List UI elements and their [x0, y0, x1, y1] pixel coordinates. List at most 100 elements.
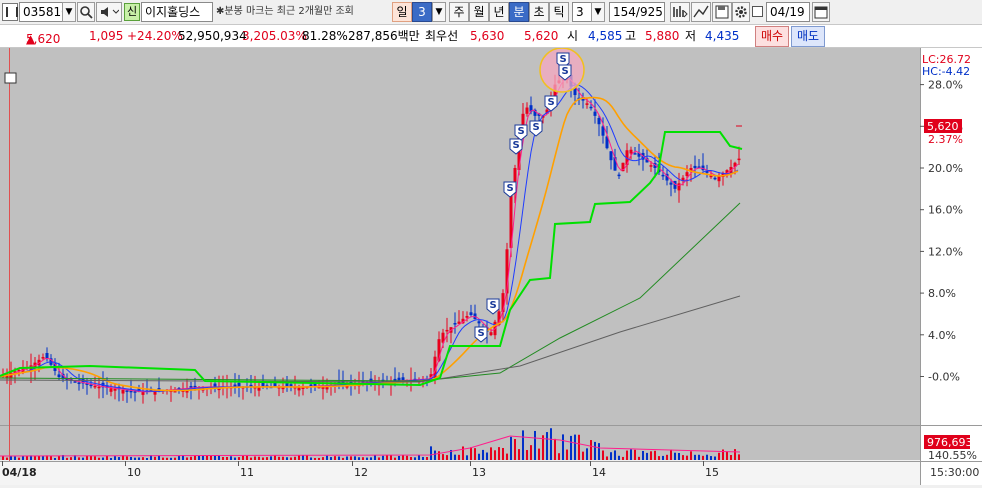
- volume-bar: [706, 454, 708, 460]
- volume-bar: [638, 456, 640, 460]
- candle-body: [397, 377, 401, 381]
- stock-code-input[interactable]: 035810: [19, 2, 63, 22]
- sell-marker-label: S: [548, 97, 555, 108]
- volume-bar: [186, 457, 188, 460]
- interval-dropdown[interactable]: ▼: [591, 2, 605, 22]
- volume-bar: [294, 456, 296, 460]
- volume-bar: [626, 450, 628, 460]
- volume-bar: [394, 457, 396, 460]
- current-pct-tag: 2.37%: [928, 133, 963, 146]
- volume-bar: [94, 456, 96, 460]
- volume-bar: [418, 455, 420, 460]
- y-tick-label: -0.0%: [928, 371, 960, 384]
- volume-bar: [174, 457, 176, 460]
- candle-body: [593, 111, 597, 116]
- day-count-dropdown[interactable]: ▼: [432, 2, 446, 22]
- trade-amount: 287,856백만: [348, 29, 420, 43]
- candle-body: [589, 106, 593, 109]
- indicator-settings-icon[interactable]: [670, 2, 690, 22]
- candle-body: [113, 388, 117, 391]
- volume-bar: [178, 456, 180, 460]
- price-chart[interactable]: 28.0%24.0%20.0%16.0%12.0%8.0%4.0%-0.0%LC…: [0, 47, 982, 485]
- save-icon[interactable]: [712, 2, 732, 22]
- window-menu-icon[interactable]: [2, 3, 18, 21]
- hc-label: HC:-4.42: [922, 65, 970, 78]
- volume-bar: [258, 456, 260, 460]
- period-second-tab[interactable]: 초: [529, 2, 549, 22]
- period-tick-tab[interactable]: 틱: [549, 2, 569, 22]
- volume-bar: [670, 449, 672, 460]
- volume-bar: [602, 450, 604, 460]
- volume-bar: [446, 455, 448, 460]
- sell-button[interactable]: 매도: [791, 26, 825, 47]
- line-tool-icon[interactable]: [691, 2, 711, 22]
- x-tick-label: 13: [472, 466, 486, 479]
- volume-bar: [234, 457, 236, 460]
- candle-body: [45, 352, 49, 359]
- page-counter-field: 154/925: [609, 2, 665, 22]
- volume-bar: [154, 456, 156, 460]
- best-quote-label: 최우선: [425, 29, 459, 43]
- period-year-tab[interactable]: 년: [489, 2, 509, 22]
- volume-bar: [514, 438, 516, 460]
- date-checkbox[interactable]: [752, 6, 763, 17]
- search-icon[interactable]: [77, 2, 95, 22]
- volume-bar: [414, 457, 416, 460]
- volume-bar: [502, 447, 504, 460]
- volume-bar: [162, 457, 164, 460]
- code-dropdown-button[interactable]: ▼: [62, 2, 76, 22]
- chart-panel[interactable]: 28.0%24.0%20.0%16.0%12.0%8.0%4.0%-0.0%LC…: [0, 47, 982, 485]
- volume-bar: [650, 451, 652, 460]
- candle-body: [121, 389, 125, 394]
- interval-input[interactable]: 3: [572, 2, 592, 22]
- volume-bar: [566, 449, 568, 460]
- volume-bar: [594, 441, 596, 460]
- volume-bar: [2, 456, 4, 460]
- volume-bar: [522, 430, 524, 460]
- candle-body: [89, 384, 93, 387]
- sell-marker-label: S: [478, 328, 485, 339]
- volume-bar: [442, 454, 444, 460]
- volume-bar: [714, 456, 716, 460]
- stock-name-field[interactable]: 이지홀딩스: [141, 2, 213, 22]
- volume-bar: [434, 450, 436, 460]
- credit-badge: 신: [124, 3, 140, 21]
- buy-button[interactable]: 매수: [755, 26, 789, 47]
- period-day-count[interactable]: 3: [412, 2, 432, 22]
- volume-bar: [202, 455, 204, 460]
- high-label: 고: [625, 29, 637, 43]
- volume-bar: [166, 457, 168, 460]
- volume-bar: [698, 454, 700, 460]
- volume-bar: [610, 452, 612, 460]
- candle-body: [57, 374, 61, 378]
- candle-body: [609, 151, 613, 161]
- volume-bar: [226, 456, 228, 460]
- calendar-icon[interactable]: [812, 2, 830, 22]
- speaker-icon[interactable]: [96, 2, 122, 22]
- volume-bar: [34, 456, 36, 460]
- date-input[interactable]: 04/19: [766, 2, 810, 22]
- open-value: 4,585: [588, 29, 623, 43]
- volume-bar: [426, 457, 428, 460]
- volume-bar: [406, 455, 408, 460]
- sell-marker-label: S: [513, 140, 520, 151]
- period-day-tab[interactable]: 일: [392, 2, 412, 22]
- volume-bar: [578, 434, 580, 460]
- volume-bar: [134, 457, 136, 460]
- top-toolbar: 035810 ▼ 신 이지홀딩스 ✱분봉 마크는 최근 2개월만 조회 일 3 …: [0, 0, 982, 25]
- volume-bar: [486, 452, 488, 460]
- x-tick-label: 15: [705, 466, 719, 479]
- volume-bar: [490, 447, 492, 460]
- volume-bar: [646, 452, 648, 460]
- volume-bar: [730, 455, 732, 460]
- period-week-tab[interactable]: 주: [449, 2, 469, 22]
- low-value: 4,435: [705, 29, 740, 43]
- candle-body: [401, 377, 405, 381]
- y-tick-label: 16.0%: [928, 204, 963, 217]
- gear-icon[interactable]: [732, 2, 750, 22]
- volume-bar: [430, 446, 432, 460]
- volume-bar: [438, 451, 440, 460]
- period-month-tab[interactable]: 월: [469, 2, 489, 22]
- volume-bar: [734, 449, 736, 460]
- period-minute-tab[interactable]: 분: [509, 2, 529, 22]
